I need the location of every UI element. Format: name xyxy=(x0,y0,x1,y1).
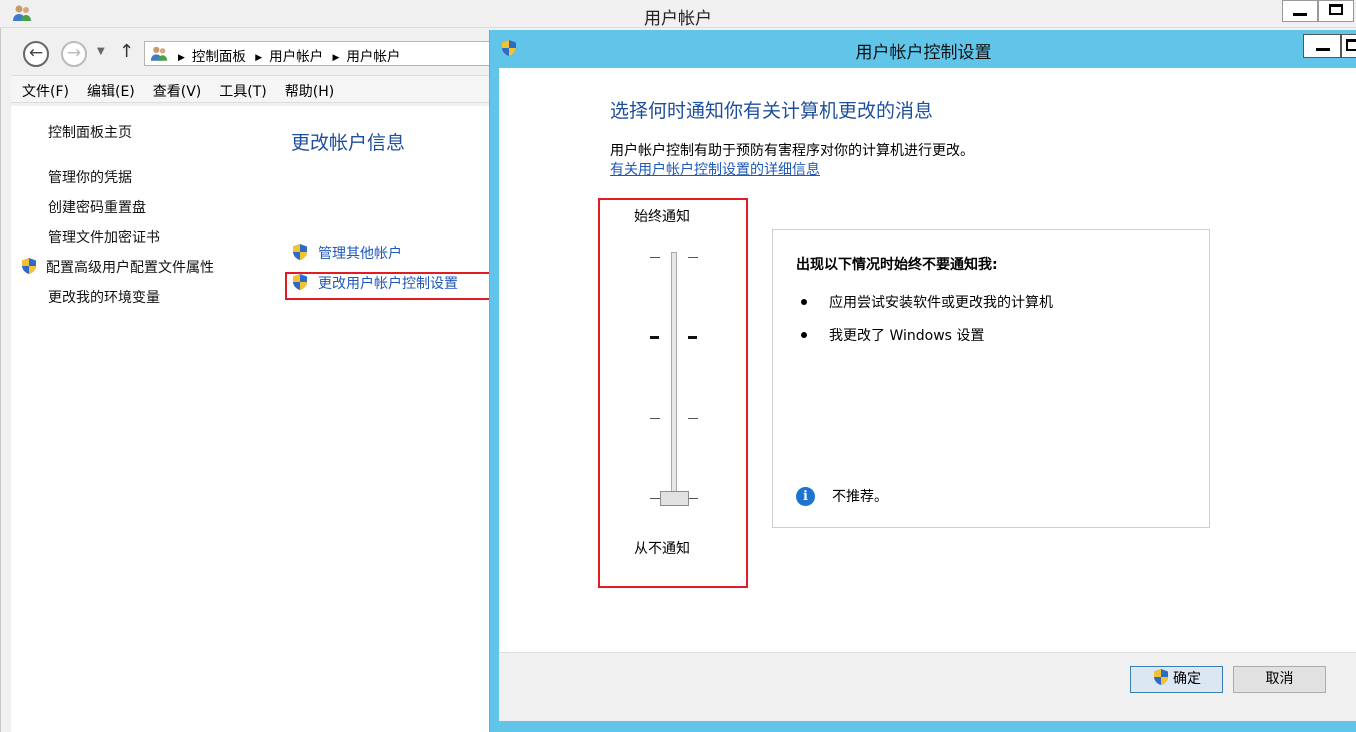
chevron-right-icon[interactable]: ▶ xyxy=(332,53,339,63)
recommendation-note: 不推荐。 xyxy=(832,489,888,505)
page-title: 更改帐户信息 xyxy=(291,132,406,154)
shield-icon xyxy=(1154,669,1168,685)
uac-settings-dialog: 用户帐户控制设置 选择何时通知你有关计算机更改的消息 用户帐户控制有助于预防有害… xyxy=(489,30,1356,732)
sidebar-item-create-reset-disk[interactable]: 创建密码重置盘 xyxy=(48,197,146,217)
up-button[interactable]: ↑ xyxy=(119,41,134,62)
dialog-client-area: 选择何时通知你有关计算机更改的消息 用户帐户控制有助于预防有害程序对你的计算机进… xyxy=(499,68,1356,721)
minimize-button[interactable] xyxy=(1282,0,1318,22)
dialog-description: 用户帐户控制有助于预防有害程序对你的计算机进行更改。 xyxy=(610,143,974,159)
highlight-box xyxy=(285,272,491,300)
dialog-titlebar: 用户帐户控制设置 xyxy=(490,30,1356,66)
chevron-right-icon[interactable]: ▶ xyxy=(255,53,262,63)
menu-view[interactable]: 查看(V) xyxy=(142,76,210,101)
sidebar-item-manage-certificates[interactable]: 管理文件加密证书 xyxy=(48,227,160,247)
sidebar-item-label: 配置高级用户配置文件属性 xyxy=(46,260,214,276)
sidebar-item-control-panel-home[interactable]: 控制面板主页 xyxy=(48,122,132,142)
notification-slider-group: 始终通知 从不通知 xyxy=(598,198,748,588)
slider-tick xyxy=(688,418,698,419)
recent-pages-dropdown[interactable]: ▼ xyxy=(97,46,105,57)
content-pane: 控制面板主页 管理你的凭据 创建密码重置盘 管理文件加密证书 配置高级用户配置文… xyxy=(11,106,491,732)
menu-edit[interactable]: 编辑(E) xyxy=(76,76,143,101)
breadcrumb: ▶ 控制面板 ▶ 用户帐户 ▶ 用户帐户 xyxy=(173,45,400,65)
breadcrumb-item[interactable]: 用户帐户 xyxy=(346,49,400,65)
dialog-minimize-button[interactable] xyxy=(1303,34,1341,58)
slider-tick xyxy=(688,498,698,499)
slider-tick xyxy=(688,336,697,339)
back-window-titlebar: 用户帐户 xyxy=(0,0,1356,29)
ok-button[interactable]: 确定 xyxy=(1130,666,1223,693)
maximize-icon xyxy=(1346,39,1356,51)
cancel-button[interactable]: 取消 xyxy=(1233,666,1326,693)
sidebar-item-environment-variables[interactable]: 更改我的环境变量 xyxy=(48,287,160,307)
minimize-icon xyxy=(1293,13,1307,16)
slider-track[interactable] xyxy=(671,252,677,504)
sidebar-item-advanced-profile[interactable]: 配置高级用户配置文件属性 xyxy=(20,257,214,277)
dialog-footer: 确定 取消 xyxy=(499,652,1356,721)
slider-tick xyxy=(650,336,659,339)
address-bar[interactable]: ▶ 控制面板 ▶ 用户帐户 ▶ 用户帐户 xyxy=(144,41,499,66)
shield-icon xyxy=(293,244,307,260)
info-icon: i xyxy=(796,487,815,506)
window-title: 用户帐户 xyxy=(644,9,712,29)
manage-other-accounts-link[interactable]: 管理其他帐户 xyxy=(291,243,402,263)
dialog-maximize-button[interactable] xyxy=(1341,34,1356,58)
slider-tick xyxy=(650,418,660,419)
minimize-icon xyxy=(1316,48,1330,51)
breadcrumb-item[interactable]: 控制面板 xyxy=(192,49,246,65)
slider-tick xyxy=(650,498,660,499)
shield-icon xyxy=(22,258,36,274)
back-button[interactable]: ← xyxy=(23,41,49,67)
breadcrumb-item[interactable]: 用户帐户 xyxy=(269,49,323,65)
maximize-button[interactable] xyxy=(1318,0,1354,22)
uac-details-link[interactable]: 有关用户帐户控制设置的详细信息 xyxy=(610,159,820,179)
dialog-heading: 选择何时通知你有关计算机更改的消息 xyxy=(610,100,934,122)
user-accounts-icon xyxy=(150,46,168,61)
level-description-title: 出现以下情况时始终不要通知我: xyxy=(796,257,998,273)
maximize-icon xyxy=(1329,4,1343,15)
chevron-right-icon[interactable]: ▶ xyxy=(178,53,185,63)
sidebar-item-manage-credentials[interactable]: 管理你的凭据 xyxy=(48,167,132,187)
list-item: 应用尝试安装软件或更改我的计算机 xyxy=(801,292,1053,312)
dialog-title: 用户帐户控制设置 xyxy=(855,43,992,63)
slider-bottom-label: 从不通知 xyxy=(634,541,690,557)
slider-top-label: 始终通知 xyxy=(634,209,690,225)
slider-thumb[interactable] xyxy=(660,491,689,506)
list-item: 我更改了 Windows 设置 xyxy=(801,325,984,345)
forward-button[interactable]: → xyxy=(61,41,87,67)
menu-bar: 文件(F) 编辑(E) 查看(V) 工具(T) 帮助(H) xyxy=(11,75,491,103)
menu-tools[interactable]: 工具(T) xyxy=(208,76,274,101)
menu-help[interactable]: 帮助(H) xyxy=(274,76,342,101)
slider-tick xyxy=(688,257,698,258)
ok-button-label: 确定 xyxy=(1173,671,1201,687)
navigation-bar: ← → ▼ ↑ ▶ 控制面板 ▶ 用户帐户 ▶ 用户帐户 xyxy=(13,38,499,68)
menu-file[interactable]: 文件(F) xyxy=(11,76,77,101)
level-description-panel: 出现以下情况时始终不要通知我: 应用尝试安装软件或更改我的计算机 我更改了 Wi… xyxy=(772,229,1210,528)
task-label: 管理其他帐户 xyxy=(318,246,402,262)
slider-tick xyxy=(650,257,660,258)
